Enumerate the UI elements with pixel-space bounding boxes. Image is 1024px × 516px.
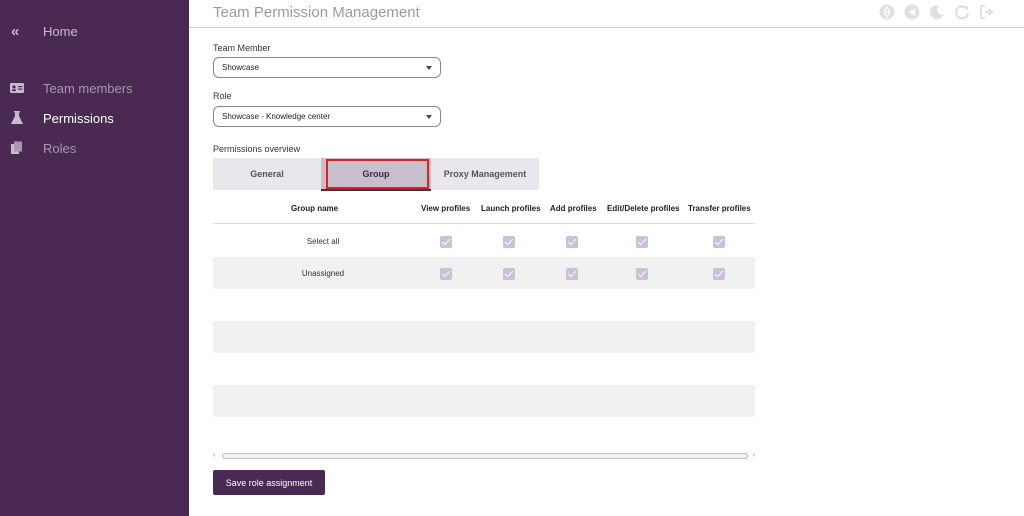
flask-icon [10, 111, 24, 125]
active-tab-indicator [321, 189, 431, 191]
checkbox[interactable] [440, 236, 452, 248]
chevron-down-icon [426, 66, 432, 70]
scrollbar-thumb[interactable] [222, 453, 748, 459]
column-header: Edit/Delete profiles [607, 204, 680, 213]
column-header: Transfer profiles [688, 204, 751, 213]
checkbox[interactable] [440, 268, 452, 280]
column-header: View profiles [421, 204, 471, 213]
recycle-icon[interactable] [879, 4, 895, 20]
collapse-sidebar-icon[interactable]: « [11, 24, 25, 39]
tab-general[interactable]: General [213, 158, 321, 190]
column-header: Group name [291, 204, 339, 213]
table-row-empty [213, 289, 755, 321]
checkbox[interactable] [636, 236, 648, 248]
team-member-value: Showcase [222, 63, 259, 72]
scroll-right-icon[interactable]: › [752, 450, 755, 459]
group-name: Select all [306, 237, 340, 246]
role-select[interactable]: Showcase - Knowledge center [213, 106, 441, 127]
scroll-left-icon[interactable]: ‹ [213, 450, 216, 459]
checkbox[interactable] [503, 236, 515, 248]
page-title: Team Permission Management [213, 4, 420, 21]
sidebar-item-label: Roles [43, 141, 77, 156]
refresh-icon[interactable] [954, 4, 970, 20]
table-row-empty [213, 353, 755, 385]
telegram-icon[interactable] [904, 4, 920, 20]
sidebar-item-team-members[interactable]: Team members [0, 77, 189, 101]
permissions-table: Group name View profiles Launch profiles… [213, 196, 755, 417]
team-member-select[interactable]: Showcase [213, 57, 441, 78]
table-row: Select all [213, 225, 755, 257]
tab-proxy-management[interactable]: Proxy Management [431, 158, 539, 190]
role-label: Role [213, 91, 232, 101]
horizontal-scrollbar[interactable]: ‹ › [213, 450, 755, 460]
table-row-empty [213, 321, 755, 353]
checkbox[interactable] [566, 268, 578, 280]
sidebar-item-label: Permissions [43, 111, 114, 126]
group-name: Unassigned [301, 269, 345, 278]
sidebar-item-roles[interactable]: Roles [0, 137, 189, 161]
logout-icon[interactable] [979, 4, 995, 20]
save-role-assignment-button[interactable]: Save role assignment [213, 470, 325, 495]
copy-icon [10, 141, 24, 155]
header-divider [189, 27, 1024, 28]
table-row-empty [213, 385, 755, 417]
permissions-overview-label: Permissions overview [213, 144, 301, 154]
checkbox[interactable] [503, 268, 515, 280]
role-value: Showcase - Knowledge center [222, 112, 331, 121]
column-header: Launch profiles [481, 204, 541, 213]
sidebar-item-label: Team members [43, 81, 133, 96]
checkbox[interactable] [713, 268, 725, 280]
sidebar-item-home[interactable]: Home [43, 24, 78, 39]
header-toolbar [879, 4, 995, 20]
highlight-box [326, 159, 429, 189]
id-card-icon [10, 81, 24, 95]
team-member-label: Team Member [213, 43, 271, 53]
sidebar: « Home Team members Permissions Roles [0, 0, 189, 516]
checkbox[interactable] [566, 236, 578, 248]
column-header: Add profiles [550, 204, 597, 213]
table-row: Unassigned [213, 257, 755, 289]
sidebar-item-permissions[interactable]: Permissions [0, 107, 189, 131]
checkbox[interactable] [636, 268, 648, 280]
table-header: Group name View profiles Launch profiles… [213, 196, 755, 224]
chevron-down-icon [426, 115, 432, 119]
moon-icon[interactable] [929, 4, 945, 20]
checkbox[interactable] [713, 236, 725, 248]
